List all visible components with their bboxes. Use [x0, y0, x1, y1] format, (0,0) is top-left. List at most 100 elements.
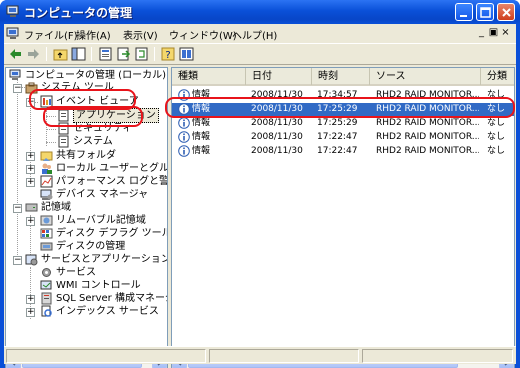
cell-source: RHD2 RAID MONITOR... [376, 90, 479, 100]
info-icon [178, 103, 190, 115]
cell-type: 情報 [192, 118, 211, 128]
expand-toggle[interactable]: + [26, 308, 35, 317]
cell-type: 情報 [192, 132, 211, 142]
column-header-type[interactable]: 種類 [172, 68, 246, 85]
properties-icon[interactable] [97, 46, 114, 62]
tree-label: デバイス マネージャ [56, 189, 149, 200]
removable-storage-icon [40, 215, 53, 226]
child-close-button[interactable]: × [500, 27, 511, 39]
table-row[interactable]: 情報 2008/11/30 17:34:57 RHD2 RAID MONITOR… [172, 89, 514, 102]
tile-icon[interactable] [178, 46, 195, 62]
expand-toggle[interactable]: + [26, 295, 35, 304]
minimize-button[interactable] [455, 3, 473, 21]
menu-help[interactable]: ヘルプ(H) [232, 27, 277, 42]
collapse-toggle[interactable]: − [13, 84, 22, 93]
collapse-toggle[interactable]: − [13, 204, 22, 213]
cell-time: 17:25:29 [317, 104, 358, 114]
computer-management-icon [9, 69, 21, 80]
storage-icon [25, 203, 38, 212]
menu-view[interactable]: 表示(V) [123, 27, 158, 42]
expand-toggle[interactable]: + [26, 165, 35, 174]
cell-time: 17:34:57 [317, 90, 358, 100]
cell-source: RHD2 RAID MONITOR... [376, 104, 479, 114]
help-icon[interactable]: ? [160, 46, 177, 62]
tree-label: WMI コントロール [56, 280, 141, 291]
indexing-icon [41, 305, 52, 317]
log-icon [58, 135, 69, 148]
collapse-toggle[interactable]: − [26, 98, 35, 107]
collapse-toggle[interactable]: − [13, 256, 22, 265]
expand-toggle[interactable]: + [26, 217, 35, 226]
shared-folder-icon [40, 151, 53, 161]
child-restore-button[interactable]: ▣ [488, 27, 499, 39]
menu-window[interactable]: ウィンドウ(W) [169, 27, 237, 42]
maximize-icon [480, 7, 491, 18]
tree-label: 記憶域 [41, 202, 71, 213]
cell-category: なし [487, 104, 506, 114]
cell-time: 17:25:29 [317, 118, 358, 128]
info-icon [178, 145, 190, 157]
services-applications-icon [25, 254, 38, 266]
event-viewer-icon [40, 95, 53, 108]
cell-category: なし [487, 146, 506, 156]
tree-label: SQL Server 構成マネージャ [56, 293, 167, 304]
table-row[interactable]: 情報 2008/11/30 17:22:47 RHD2 RAID MONITOR… [172, 145, 514, 158]
tree-label: システム [73, 136, 113, 147]
column-header-source[interactable]: ソース [370, 68, 481, 85]
info-icon [178, 89, 190, 101]
sql-server-icon [41, 292, 52, 305]
table-row-selected[interactable]: 情報 2008/11/30 17:25:29 RHD2 RAID MONITOR… [172, 103, 514, 116]
expand-toggle[interactable]: + [26, 178, 35, 187]
menu-action[interactable]: 操作(A) [76, 27, 111, 42]
status-cell [6, 349, 206, 363]
back-icon[interactable] [7, 46, 24, 62]
up-folder-icon[interactable] [52, 46, 69, 62]
toolbar: ? [4, 43, 516, 65]
minimize-icon [460, 15, 467, 17]
menu-file[interactable]: ファイル(F) [24, 27, 78, 42]
cell-date: 2008/11/30 [251, 90, 303, 100]
mmc-menu-icon[interactable] [6, 27, 20, 40]
log-icon [58, 109, 69, 122]
tree-label: アプリケーション [73, 108, 159, 123]
info-icon [178, 117, 190, 129]
console-tree: コンピュータの管理 (ローカル) − システム ツール − イベント ビューア … [5, 67, 168, 368]
column-header-category[interactable]: 分類 [481, 68, 514, 85]
tree-label: サービスとアプリケーション [41, 254, 168, 265]
tree-label: イベント ビューア [56, 96, 139, 107]
tree-label: ローカル ユーザーとグループ [56, 163, 168, 174]
cell-type: 情報 [192, 90, 211, 100]
client-area: ファイル(F) 操作(A) 表示(V) ウィンドウ(W) ヘルプ(H) _ ▣ … [4, 24, 516, 368]
svg-text:?: ? [165, 50, 170, 61]
maximize-button[interactable] [476, 3, 494, 21]
cell-category: なし [487, 90, 506, 100]
tree-label: システム ツール [41, 82, 114, 93]
child-minimize-button[interactable]: _ [476, 27, 487, 39]
status-bar [4, 346, 516, 364]
tree-label: パフォーマンス ログと警告 [56, 176, 168, 187]
device-manager-icon [40, 189, 53, 200]
tree-label: リムーバブル記憶域 [56, 215, 146, 226]
status-cell [209, 349, 359, 363]
refresh-icon[interactable] [133, 46, 150, 62]
cell-date: 2008/11/30 [251, 118, 303, 128]
export-icon[interactable] [115, 46, 132, 62]
column-header-date[interactable]: 日付 [246, 68, 312, 85]
info-icon [178, 131, 190, 143]
tree-label: サービス [56, 267, 96, 278]
show-hide-tree-icon[interactable] [70, 46, 87, 62]
table-row[interactable]: 情報 2008/11/30 17:25:29 RHD2 RAID MONITOR… [172, 117, 514, 130]
column-header-time[interactable]: 時刻 [312, 68, 370, 85]
disk-management-icon [40, 242, 53, 251]
title-bar[interactable]: コンピュータの管理 [0, 0, 520, 24]
table-row[interactable]: 情報 2008/11/30 17:22:47 RHD2 RAID MONITOR… [172, 131, 514, 144]
forward-icon[interactable] [25, 46, 42, 62]
log-icon [58, 122, 69, 135]
close-button[interactable] [497, 3, 515, 21]
tree-label: ディスクの管理 [56, 241, 126, 252]
tree-label: 共有フォルダ [56, 150, 116, 161]
cell-source: RHD2 RAID MONITOR... [376, 132, 479, 142]
expand-toggle[interactable]: + [26, 152, 35, 161]
computer-management-icon [6, 5, 19, 17]
tree-label: セキュリティ [73, 123, 133, 134]
